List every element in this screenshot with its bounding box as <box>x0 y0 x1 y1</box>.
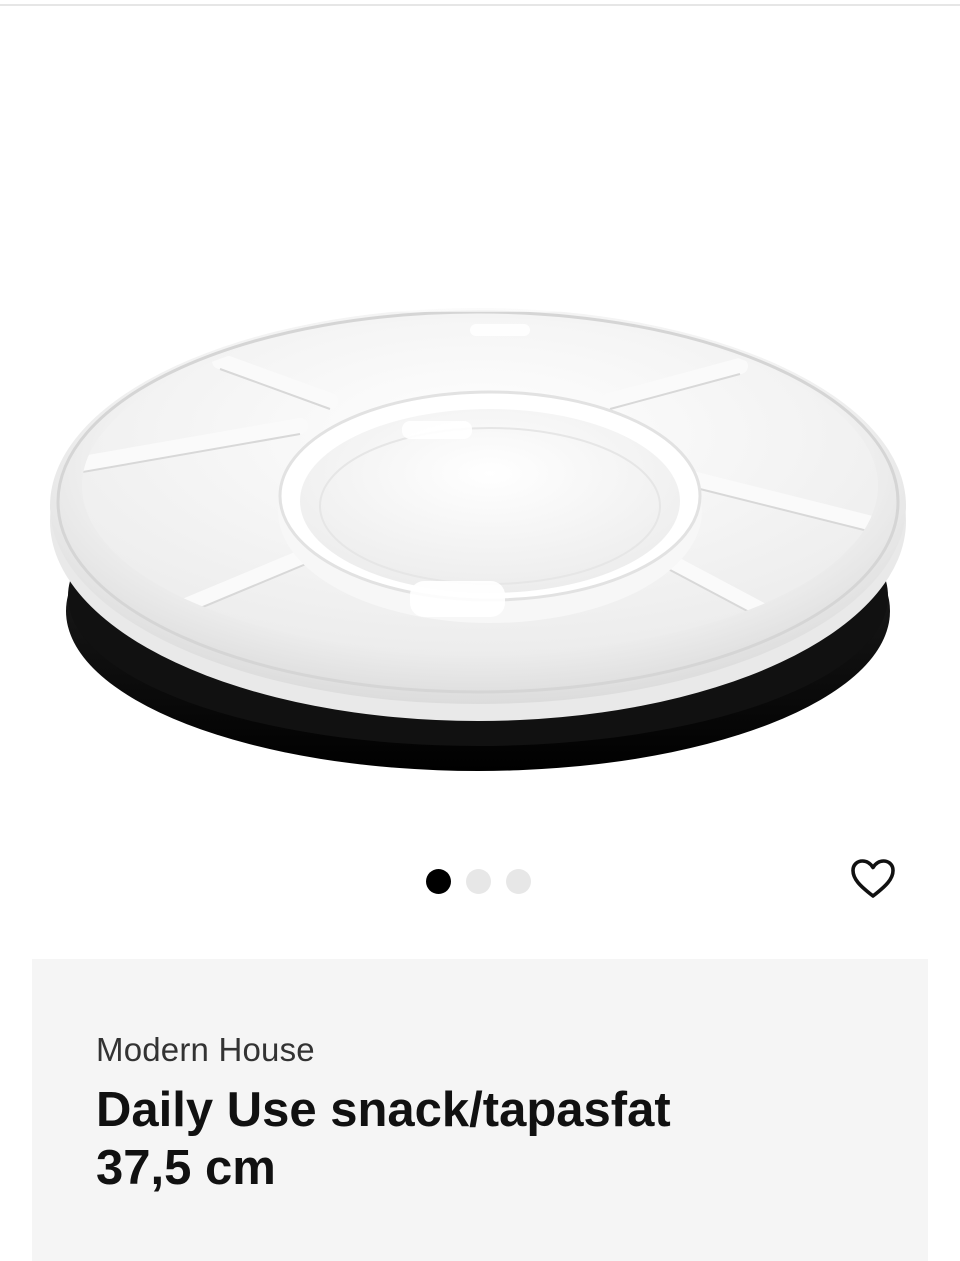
product-page: Modern House Daily Use snack/tapasfat 37… <box>0 0 960 1261</box>
snack-tray-illustration <box>50 300 906 771</box>
pagination-dot-2[interactable] <box>466 869 491 894</box>
favorite-button[interactable] <box>846 852 900 906</box>
product-brand[interactable]: Modern House <box>96 1031 315 1069</box>
product-info-panel: Modern House Daily Use snack/tapasfat 37… <box>32 959 928 1261</box>
product-image[interactable] <box>0 6 960 846</box>
pagination-dot-3[interactable] <box>506 869 531 894</box>
image-pagination <box>426 869 531 894</box>
product-title: Daily Use snack/tapasfat 37,5 cm <box>96 1081 856 1197</box>
heart-outline-icon <box>851 859 895 898</box>
product-title-line-1: Daily Use snack/tapasfat <box>96 1083 671 1137</box>
pagination-dot-1[interactable] <box>426 869 451 894</box>
product-title-line-2: 37,5 cm <box>96 1141 276 1195</box>
